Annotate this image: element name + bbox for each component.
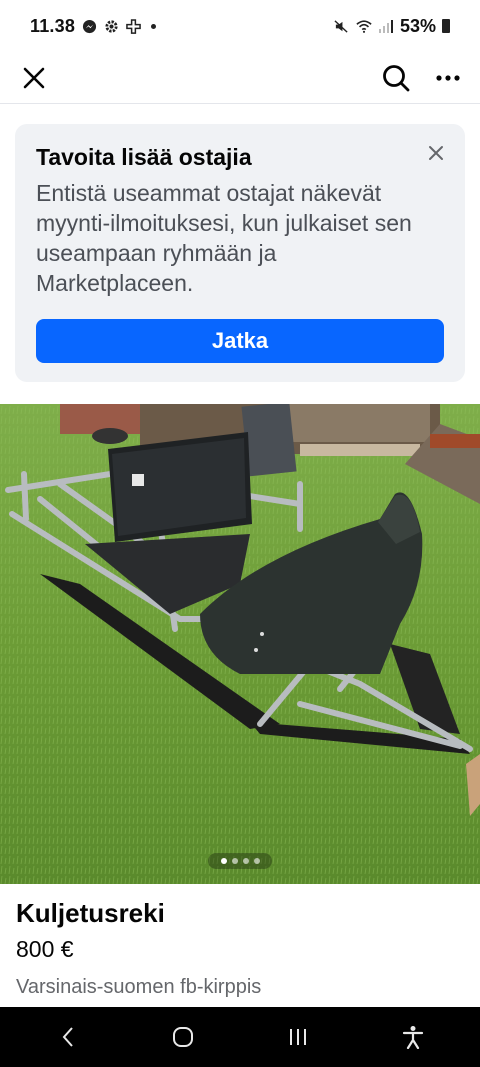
messenger-icon [81, 18, 97, 34]
close-button[interactable] [16, 60, 52, 96]
carousel-dot [253, 858, 260, 864]
promo-card: Tavoita lisää ostajia Entistä useammat o… [15, 124, 465, 382]
promo-dismiss-button[interactable] [425, 142, 447, 164]
back-button[interactable] [38, 1012, 98, 1062]
battery-icon [442, 19, 450, 33]
promo-body: Entistä useammat ostajat näkevät myynti-… [36, 180, 412, 296]
search-button[interactable] [378, 60, 414, 96]
carousel-dot [231, 858, 238, 864]
search-icon [383, 64, 410, 91]
accessibility-button[interactable] [383, 1012, 443, 1062]
listing-group-link[interactable]: Varsinais-suomen fb-kirppis [16, 976, 261, 999]
back-chevron-icon [62, 1027, 73, 1047]
status-time: 11.38 [30, 15, 76, 36]
signal-icon [378, 18, 394, 34]
continue-button[interactable]: Jatka [36, 319, 444, 363]
recent-apps-icon [289, 1029, 306, 1045]
sled-photo-illustration [0, 404, 480, 884]
top-bar-actions [378, 60, 466, 96]
status-right: 53% [334, 16, 450, 37]
close-icon [429, 146, 443, 160]
photo-carousel-indicator[interactable] [208, 853, 272, 869]
wifi-icon [356, 18, 372, 34]
accessibility-icon [402, 1026, 423, 1049]
home-button[interactable] [153, 1012, 213, 1062]
notification-dot-icon [151, 23, 157, 29]
system-navigation-bar [0, 1007, 480, 1067]
health-cross-icon [125, 18, 141, 34]
more-options-button[interactable] [430, 60, 466, 96]
carousel-dot-active [220, 858, 227, 864]
mute-icon [334, 18, 350, 34]
top-app-bar [0, 52, 480, 104]
recent-apps-button[interactable] [268, 1012, 328, 1062]
listing-price: 800 € [16, 936, 74, 962]
promo-title: Tavoita lisää ostajia [36, 144, 252, 170]
listing-photo[interactable] [0, 404, 480, 884]
status-bar: 11.38 53% [0, 0, 480, 52]
status-left: 11.38 [30, 15, 157, 37]
settings-gear-icon [103, 18, 119, 34]
carousel-dot [242, 858, 249, 864]
listing-title: Kuljetusreki [16, 898, 165, 928]
home-icon [172, 1027, 193, 1047]
more-options-icon [436, 74, 460, 81]
close-icon [23, 67, 45, 88]
battery-percent: 53% [399, 15, 436, 36]
